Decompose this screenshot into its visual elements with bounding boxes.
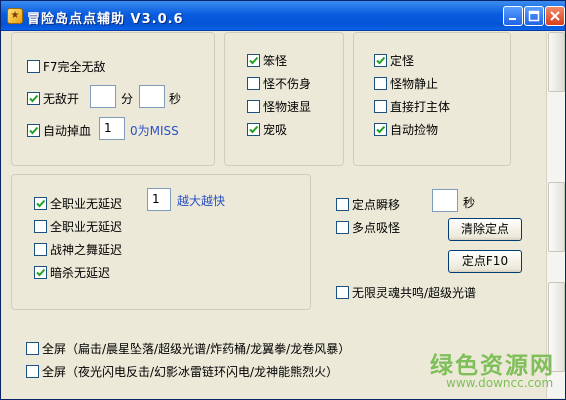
vertical-scrollbar[interactable] bbox=[546, 32, 565, 398]
scroll-track-segment[interactable] bbox=[548, 182, 565, 252]
set-point-button[interactable]: 定点F10 bbox=[448, 250, 522, 273]
minimize-icon bbox=[509, 18, 516, 20]
auto-hp-hint: 0为MISS bbox=[130, 124, 179, 138]
checkbox-multi-suck[interactable]: 多点吸怪 bbox=[336, 219, 400, 236]
invincible-seconds-input[interactable] bbox=[139, 85, 165, 108]
checkbox-soul[interactable]: 无限灵魂共鸣/超级光谱 bbox=[336, 284, 476, 301]
checkbox-label: 多点吸怪 bbox=[352, 221, 401, 235]
watermark-text: 绿色资源网 bbox=[430, 353, 555, 379]
checkbox-box[interactable] bbox=[336, 286, 349, 299]
checkbox-g4-0[interactable]: 全职业无延迟 bbox=[34, 195, 122, 212]
checkbox-g4-3[interactable]: 暗杀无延迟 bbox=[34, 264, 110, 281]
checkbox-g4-2[interactable]: 战神之舞延迟 bbox=[34, 241, 122, 258]
check-icon bbox=[249, 125, 259, 134]
checkbox-label: 定怪 bbox=[390, 54, 415, 68]
checkbox-box[interactable] bbox=[247, 54, 260, 67]
check-icon bbox=[36, 199, 46, 208]
speed-hint: 越大越快 bbox=[177, 194, 226, 208]
check-icon bbox=[36, 268, 46, 277]
checkbox-box[interactable] bbox=[26, 365, 39, 378]
checkbox-label: 笨怪 bbox=[263, 54, 288, 68]
checkbox-box[interactable] bbox=[336, 221, 349, 234]
minimize-button[interactable] bbox=[503, 6, 523, 26]
checkbox-g3-1[interactable]: 怪物静止 bbox=[374, 75, 438, 92]
checkbox-label: 无敌开 bbox=[43, 92, 80, 106]
checkbox-label: 无限灵魂共鸣/超级光谱 bbox=[352, 286, 477, 300]
checkbox-teleport[interactable]: 定点瞬移 bbox=[336, 196, 400, 213]
checkbox-box[interactable] bbox=[374, 54, 387, 67]
checkbox-g3-2[interactable]: 直接打主体 bbox=[374, 98, 450, 115]
checkbox-fullscreen-1[interactable]: 全屏（扁击/晨星坠落/超级光谱/炸药桶/龙翼拳/龙卷风暴） bbox=[26, 340, 350, 357]
check-icon bbox=[29, 126, 39, 135]
maximize-icon bbox=[528, 10, 540, 22]
scroll-thumb[interactable] bbox=[548, 32, 565, 92]
checkbox-g2-2[interactable]: 怪物速显 bbox=[247, 98, 311, 115]
minutes-unit-label: 分 bbox=[121, 92, 134, 106]
checkbox-box[interactable] bbox=[374, 77, 387, 90]
checkbox-box[interactable] bbox=[26, 342, 39, 355]
checkbox-box[interactable] bbox=[247, 123, 260, 136]
checkbox-label: 怪物静止 bbox=[390, 77, 439, 91]
speed-input[interactable]: 1 bbox=[147, 188, 171, 211]
checkbox-box[interactable] bbox=[27, 92, 40, 105]
checkbox-box[interactable] bbox=[336, 198, 349, 211]
checkbox-label: 怪不伤身 bbox=[263, 77, 312, 91]
checkbox-box[interactable] bbox=[374, 123, 387, 136]
checkbox-box[interactable] bbox=[27, 60, 40, 73]
checkbox-label: 全职业无延迟 bbox=[50, 220, 123, 234]
check-icon bbox=[249, 56, 259, 65]
close-button[interactable] bbox=[545, 6, 565, 26]
checkbox-label: 战神之舞延迟 bbox=[50, 243, 123, 257]
seconds-unit-label: 秒 bbox=[169, 92, 182, 106]
checkbox-label: 暗杀无延迟 bbox=[50, 266, 111, 280]
checkbox-label: 怪物速显 bbox=[263, 100, 312, 114]
checkbox-g3-0[interactable]: 定怪 bbox=[374, 52, 414, 69]
checkbox-label: 定点瞬移 bbox=[352, 198, 401, 212]
watermark-url: www.downcc.com bbox=[446, 376, 554, 390]
checkbox-f7[interactable]: F7完全无敌 bbox=[27, 58, 106, 75]
checkbox-box[interactable] bbox=[374, 100, 387, 113]
checkbox-box[interactable] bbox=[34, 220, 47, 233]
checkbox-box[interactable] bbox=[34, 243, 47, 256]
checkbox-g3-3[interactable]: 自动捡物 bbox=[374, 121, 438, 138]
checkbox-g2-3[interactable]: 宠吸 bbox=[247, 121, 287, 138]
checkbox-box[interactable] bbox=[34, 266, 47, 279]
title-bar[interactable]: ★ 冒险岛点点辅助 V3.0.6 bbox=[1, 1, 565, 31]
teleport-seconds-unit: 秒 bbox=[463, 196, 476, 210]
checkbox-invincible[interactable]: 无敌开 bbox=[27, 90, 79, 107]
window-title: 冒险岛点点辅助 V3.0.6 bbox=[27, 12, 184, 27]
checkbox-label: 直接打主体 bbox=[390, 100, 451, 114]
close-icon bbox=[550, 11, 560, 21]
check-icon bbox=[29, 94, 39, 103]
checkbox-g2-0[interactable]: 笨怪 bbox=[247, 52, 287, 69]
checkbox-label: 自动捡物 bbox=[390, 123, 439, 137]
checkbox-label: 全屏（扁击/晨星坠落/超级光谱/炸药桶/龙翼拳/龙卷风暴） bbox=[42, 342, 351, 356]
auto-hp-input[interactable]: 1 bbox=[99, 117, 125, 140]
checkbox-label: 全职业无延迟 bbox=[50, 197, 123, 211]
checkbox-auto-hp[interactable]: 自动掉血 bbox=[27, 122, 91, 139]
clear-point-button[interactable]: 清除定点 bbox=[448, 218, 522, 241]
app-icon: ★ bbox=[7, 8, 23, 24]
checkbox-box[interactable] bbox=[34, 197, 47, 210]
checkbox-box[interactable] bbox=[247, 77, 260, 90]
checkbox-box[interactable] bbox=[247, 100, 260, 113]
teleport-seconds-input[interactable] bbox=[432, 189, 458, 212]
invincible-minutes-input[interactable] bbox=[90, 85, 116, 108]
checkbox-label: 全屏（夜光闪电反击/幻影冰雷链环闪电/龙神能熊烈火） bbox=[42, 365, 339, 379]
checkbox-label: 自动掉血 bbox=[43, 124, 92, 138]
checkbox-fullscreen-2[interactable]: 全屏（夜光闪电反击/幻影冰雷链环闪电/龙神能熊烈火） bbox=[26, 363, 338, 380]
check-icon bbox=[376, 56, 386, 65]
check-icon bbox=[376, 125, 386, 134]
checkbox-g4-1[interactable]: 全职业无延迟 bbox=[34, 218, 122, 235]
checkbox-g2-1[interactable]: 怪不伤身 bbox=[247, 75, 311, 92]
checkbox-label: F7完全无敌 bbox=[43, 60, 106, 74]
checkbox-label: 宠吸 bbox=[263, 123, 288, 137]
checkbox-box[interactable] bbox=[27, 124, 40, 137]
maximize-button[interactable] bbox=[524, 6, 544, 26]
